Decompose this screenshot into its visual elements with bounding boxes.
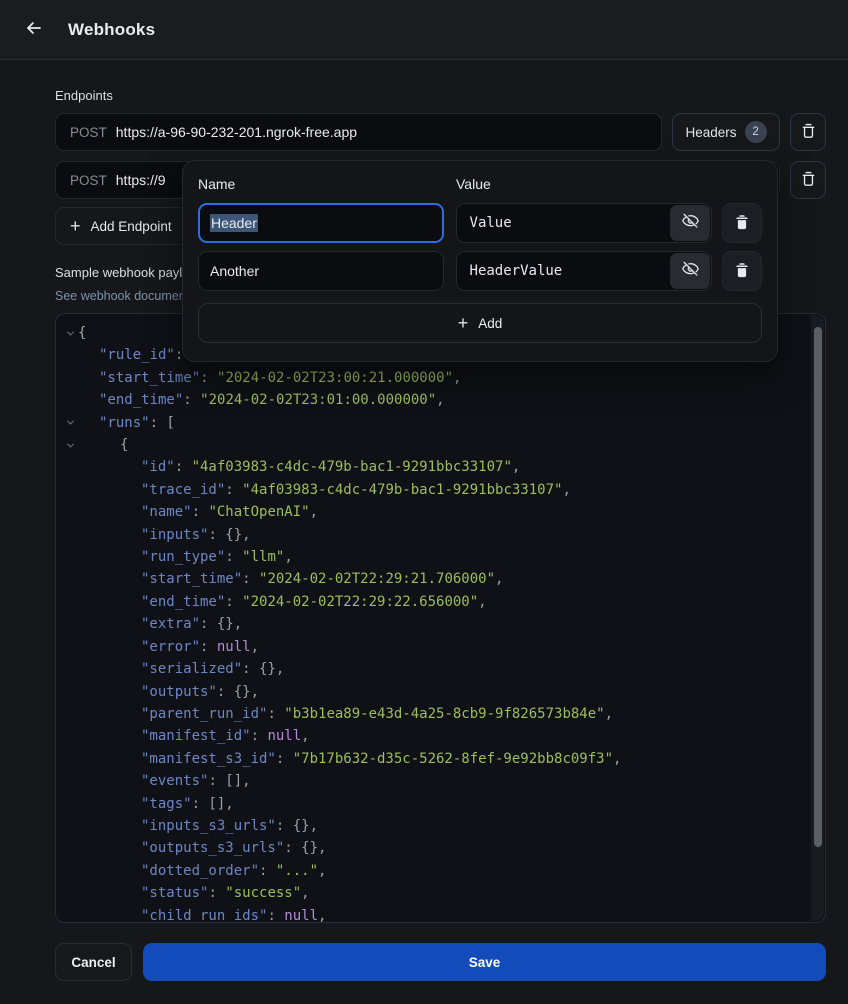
header-name-input[interactable]: Another: [198, 251, 444, 291]
header-kv-row: Another HeaderValue: [198, 251, 762, 291]
trash-icon: [799, 169, 818, 191]
add-header-button[interactable]: + Add: [198, 303, 762, 343]
trash-icon: [799, 121, 818, 143]
trash-icon: [733, 261, 751, 282]
plus-icon: +: [458, 314, 469, 332]
headers-button-label: Headers: [685, 125, 736, 140]
endpoint-url-input[interactable]: POST https://a-96-90-232-201.ngrok-free.…: [55, 113, 662, 151]
save-button[interactable]: Save: [143, 943, 826, 981]
header-name-input[interactable]: Header: [198, 203, 444, 243]
headers-button[interactable]: Headers 2: [672, 113, 780, 151]
delete-endpoint-button[interactable]: [790, 161, 826, 199]
trash-icon: [733, 213, 751, 234]
toggle-visibility-button[interactable]: [670, 253, 710, 289]
back-button[interactable]: [18, 14, 50, 46]
endpoint-url-value: https://9: [116, 172, 166, 188]
footer-actions: Cancel Save: [0, 943, 848, 981]
plus-icon: +: [70, 217, 81, 235]
headers-popover: Name Value Header Value: [182, 160, 778, 362]
header-name-value: Another: [210, 263, 259, 279]
delete-header-button[interactable]: [722, 203, 762, 243]
header-name-value: Header: [210, 214, 258, 232]
delete-header-button[interactable]: [722, 251, 762, 291]
name-column-label: Name: [198, 176, 456, 192]
header-value-text: Value: [470, 215, 669, 231]
header-kv-row: Header Value: [198, 203, 762, 243]
code-lines: {"rule_id": "start_time": "2024-02-02T23…: [62, 322, 807, 923]
headers-count-badge: 2: [745, 121, 767, 143]
eye-off-icon: [681, 212, 700, 234]
code-scrollbar-track[interactable]: [811, 315, 824, 921]
delete-endpoint-button[interactable]: [790, 113, 826, 151]
header-value-input[interactable]: HeaderValue: [456, 251, 712, 291]
code-scrollbar-thumb[interactable]: [814, 327, 822, 847]
endpoint-row: POST https://a-96-90-232-201.ngrok-free.…: [55, 113, 826, 151]
header-value-text: HeaderValue: [470, 263, 669, 279]
add-header-label: Add: [478, 316, 502, 331]
http-method-label: POST: [70, 125, 107, 140]
add-endpoint-label: Add Endpoint: [91, 219, 172, 234]
endpoints-label: Endpoints: [55, 88, 826, 103]
eye-off-icon: [681, 260, 700, 282]
cancel-button[interactable]: Cancel: [55, 943, 132, 981]
endpoint-url-value: https://a-96-90-232-201.ngrok-free.app: [116, 124, 357, 140]
page-title: Webhooks: [68, 20, 155, 40]
value-column-label: Value: [456, 176, 491, 192]
payload-code-editor[interactable]: {"rule_id": "start_time": "2024-02-02T23…: [55, 313, 826, 923]
http-method-label: POST: [70, 173, 107, 188]
top-bar: Webhooks: [0, 0, 848, 60]
header-value-input[interactable]: Value: [456, 203, 712, 243]
back-arrow-icon: [24, 18, 44, 41]
toggle-visibility-button[interactable]: [670, 205, 710, 241]
